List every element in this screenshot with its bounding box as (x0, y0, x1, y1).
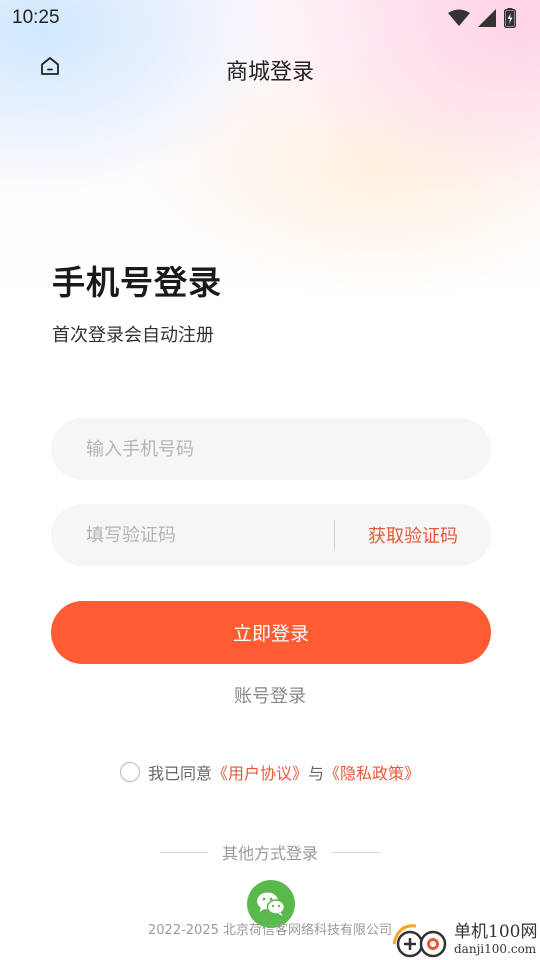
status-bar: 10:25 (0, 0, 540, 36)
other-login-divider: 其他方式登录 (0, 840, 540, 864)
divider-line-left (159, 851, 208, 853)
login-subheading: 首次登录会自动注册 (52, 325, 214, 346)
user-agreement-link[interactable]: 《用户协议》 (212, 760, 308, 784)
status-icons (448, 8, 516, 28)
login-heading: 手机号登录 (52, 263, 222, 302)
battery-icon (504, 8, 516, 28)
agreement-checkbox[interactable] (119, 762, 140, 782)
watermark-text: 单机100网 danji100.com (454, 922, 537, 956)
wifi-icon (448, 9, 470, 26)
divider-line-right (332, 851, 380, 853)
privacy-policy-link[interactable]: 《隐私政策》 (324, 760, 420, 784)
watermark-logo (392, 918, 452, 960)
watermark-cn: 单机100网 (454, 922, 538, 942)
get-code-button[interactable]: 获取验证码 (335, 522, 491, 548)
verification-code-field: 获取验证码 (51, 504, 491, 566)
wechat-icon (257, 892, 286, 916)
account-login-link[interactable]: 账号登录 (0, 682, 540, 708)
copyright-text: 2022-2025 北京荷信客网络科技有限公司 (148, 923, 392, 938)
page-title: 商城登录 (225, 60, 314, 85)
login-button[interactable]: 立即登录 (51, 601, 491, 664)
phone-field (51, 418, 491, 480)
nav-bar: 商城登录 (0, 44, 540, 92)
signal-icon (478, 9, 496, 27)
verification-code-input[interactable] (51, 504, 334, 566)
phone-input[interactable] (51, 418, 491, 480)
agreement-conjunction: 与 (308, 764, 325, 783)
agreement-prefix: 我已同意 (147, 764, 212, 783)
site-watermark: 单机100网 danji100.com (392, 918, 540, 960)
status-time: 10:25 (12, 7, 60, 28)
watermark-en: danji100.com (454, 942, 537, 956)
agreement-row: 我已同意 《用户协议》 与 《隐私政策》 (0, 760, 540, 784)
other-login-label: 其他方式登录 (221, 844, 318, 863)
